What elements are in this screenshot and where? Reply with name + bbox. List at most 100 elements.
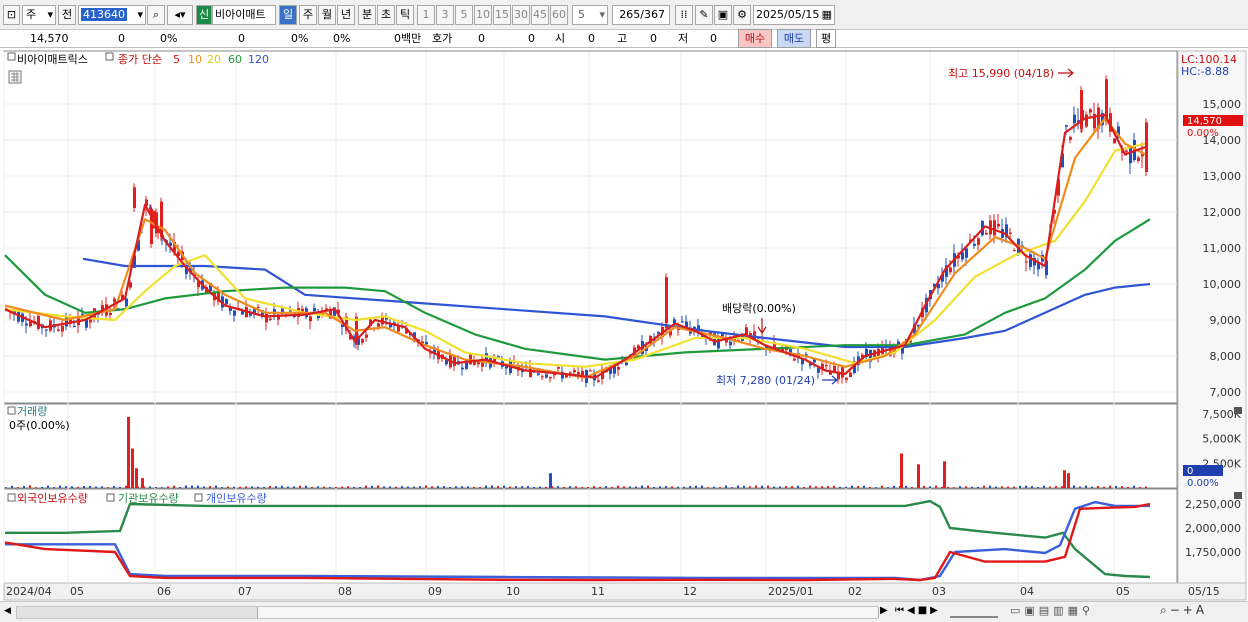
candle-body [425, 341, 428, 345]
volume-bar [131, 448, 134, 488]
interval-60[interactable]: 60 [550, 5, 568, 25]
interval-3[interactable]: 3 [436, 5, 454, 25]
candle-body [81, 313, 84, 315]
volume-bar [935, 485, 937, 488]
period-tick[interactable]: 틱 [396, 5, 414, 25]
scroll-track[interactable] [16, 606, 879, 619]
volume-bar [407, 486, 409, 488]
search-icon[interactable]: ⌕ [147, 5, 165, 25]
x-axis-label: 02 [848, 585, 862, 598]
zoom-slider[interactable] [950, 606, 998, 618]
volume-bar [515, 486, 517, 488]
candle-body [537, 373, 540, 375]
quote-bid1: 0 [478, 32, 485, 45]
interval-1[interactable]: 1 [417, 5, 435, 25]
draw-tool-icon[interactable]: ✎ [695, 5, 713, 25]
x-axis-label: 06 [157, 585, 171, 598]
candle-body [365, 334, 368, 338]
pane-maximize-icon[interactable] [1234, 407, 1242, 414]
volume-bar [659, 486, 661, 488]
volume-bar [545, 486, 547, 488]
volume-bar [773, 486, 775, 488]
candle-body [377, 323, 380, 327]
volume-bar [215, 485, 217, 488]
interval-30[interactable]: 30 [512, 5, 530, 25]
x-axis-label: 12 [683, 585, 697, 598]
volume-bar [647, 485, 649, 488]
stock-name: 비아이매트 [212, 5, 276, 25]
volume-bar [593, 486, 595, 488]
interval-10[interactable]: 10 [474, 5, 492, 25]
view-tools-icon[interactable]: ▭▣▤▥▦⚲ [1010, 604, 1094, 617]
volume-bar [767, 485, 769, 488]
code-input[interactable]: 413640 ▾ [78, 5, 146, 25]
scroll-thumb[interactable] [257, 607, 879, 618]
period-month[interactable]: 월 [318, 5, 336, 25]
x-axis-panel [3, 582, 1247, 601]
pane-maximize-icon[interactable] [1234, 492, 1242, 499]
quote-low-label: 저 [678, 32, 689, 45]
gear-icon[interactable]: ⚙ [733, 5, 751, 25]
type-select[interactable]: 주 ▾ [22, 5, 56, 25]
volume-bar [749, 486, 751, 488]
volume-bar [755, 485, 757, 488]
candle-body [1137, 157, 1140, 162]
volume-bar [965, 486, 967, 488]
speaker-icon[interactable]: ◂▾ [167, 5, 193, 25]
volume-bar [605, 486, 607, 488]
period-second[interactable]: 초 [377, 5, 395, 25]
volume-bar [707, 487, 709, 488]
candle-body [1065, 125, 1068, 127]
volume-bar [293, 486, 295, 488]
volume-bar [917, 464, 920, 488]
volume-bar [635, 486, 637, 488]
interval-15[interactable]: 15 [493, 5, 511, 25]
flat-button[interactable]: 평 [816, 29, 836, 48]
volume-bar [731, 487, 733, 488]
period-week[interactable]: 주 [299, 5, 317, 25]
candle-body [361, 339, 364, 343]
volume-bar [113, 485, 115, 488]
count-field[interactable]: 265/367 [612, 5, 670, 25]
chart-canvas[interactable]: 15,00014,00013,00012,00011,00010,0009,00… [0, 49, 1248, 601]
buy-button[interactable]: 매수 [738, 29, 772, 48]
volume-bar [809, 485, 811, 488]
legend-foreign: 외국인보유수량 [17, 492, 88, 505]
save-icon[interactable]: ▣ [714, 5, 732, 25]
zoom-controls-icon[interactable]: ⌕−+A [1160, 603, 1207, 618]
date-input[interactable]: 2025/05/15 ▦ [753, 5, 835, 25]
volume-bar [1073, 485, 1075, 488]
volume-bar [1091, 486, 1093, 488]
period-minute[interactable]: 분 [358, 5, 376, 25]
period-year[interactable]: 년 [337, 5, 355, 25]
prev-button[interactable]: 전 [58, 5, 76, 25]
volume-bar [269, 486, 271, 488]
bottom-scrollbar[interactable]: ◀ ▶ ⏮◀■▶ ▭▣▤▥▦⚲ ⌕−+A [0, 601, 1248, 622]
volume-bar [455, 486, 457, 488]
volume-bar [725, 485, 727, 488]
price-tick-label: 11,000 [1203, 242, 1242, 255]
volume-bar [17, 487, 19, 488]
last-pct-label: 0.00% [1187, 128, 1219, 139]
split-icon[interactable]: ⁞⁞ [675, 5, 693, 25]
window-menu-icon[interactable]: ⊡ [3, 5, 20, 25]
volume-bar [845, 486, 847, 488]
candle-body [129, 282, 132, 288]
period-day[interactable]: 일 [279, 5, 297, 25]
volume-bar [983, 485, 985, 488]
volume-bar [209, 486, 211, 488]
volume-bar [1115, 485, 1117, 488]
scroll-left-icon[interactable]: ◀ [4, 606, 11, 616]
volume-bar [1061, 486, 1063, 488]
interval-select[interactable]: 5 ▾ [572, 5, 608, 25]
volume-bar [485, 485, 487, 488]
toolbar: ⊡ 주 ▾ 전 413640 ▾ ⌕ ◂▾ 신 비아이매트 일 주 월 년 분 초 … [0, 0, 1248, 30]
volume-bar [11, 485, 13, 488]
scroll-right-icon[interactable]: ▶ [880, 605, 888, 616]
sell-button[interactable]: 매도 [777, 29, 811, 48]
volume-last-value: 0 [1187, 466, 1193, 477]
interval-5[interactable]: 5 [455, 5, 473, 25]
interval-45[interactable]: 45 [531, 5, 549, 25]
volume-bar [281, 485, 283, 488]
playback-icon[interactable]: ⏮◀■▶ [895, 605, 941, 616]
